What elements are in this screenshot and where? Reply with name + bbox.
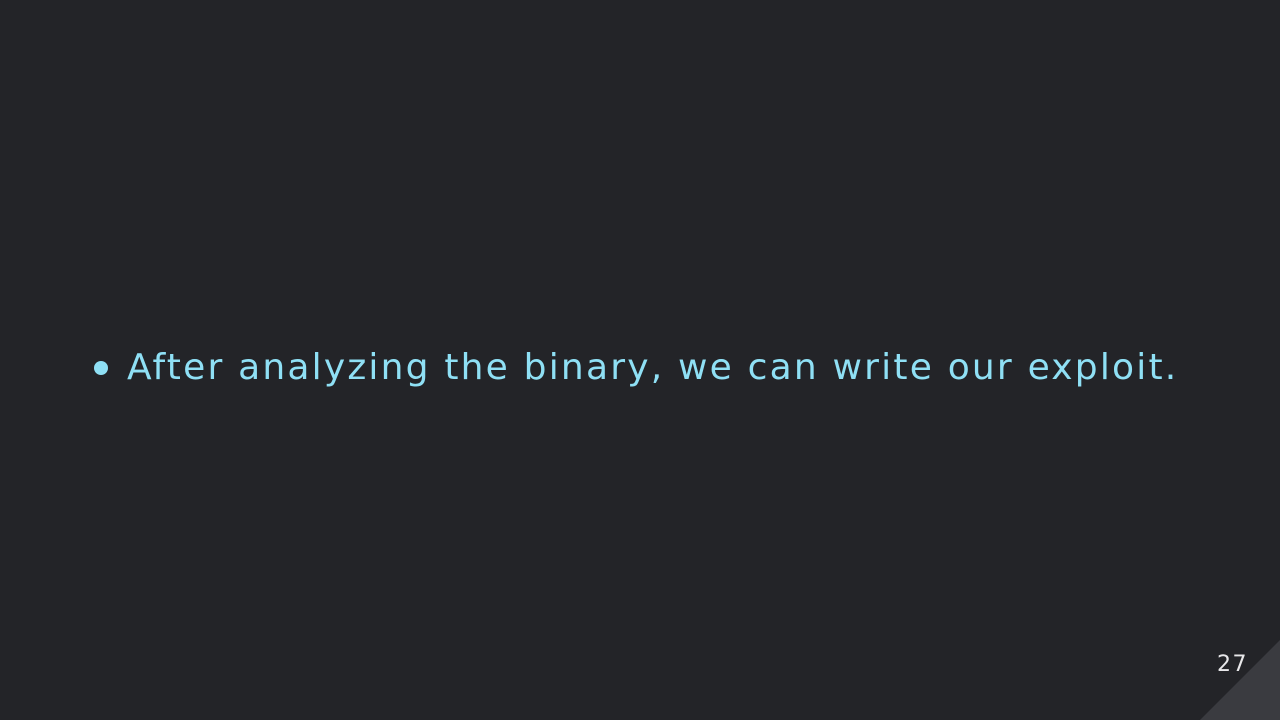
bullet-list: After analyzing the binary, we can write… <box>90 340 1178 396</box>
slide-number: 27 <box>1217 652 1248 677</box>
slide: After analyzing the binary, we can write… <box>0 0 1280 720</box>
bullet-dot-icon <box>94 361 108 375</box>
bullet-item: After analyzing the binary, we can write… <box>90 340 1178 396</box>
bullet-text: After analyzing the binary, we can write… <box>127 347 1179 388</box>
